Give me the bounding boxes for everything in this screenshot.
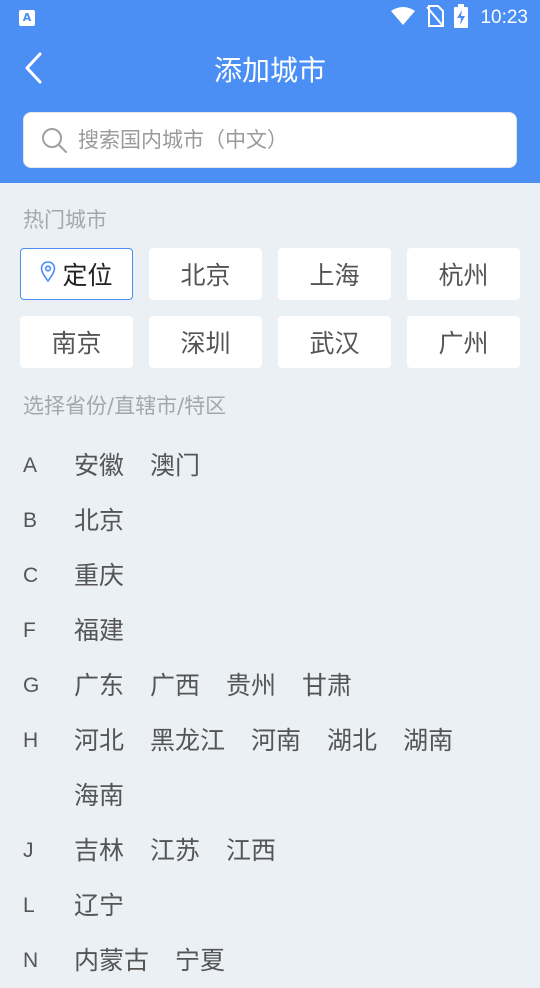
battery-charging-icon	[454, 4, 469, 32]
search-box[interactable]	[23, 112, 517, 168]
locate-button[interactable]: 定位	[20, 248, 133, 300]
hot-city-chip[interactable]: 广州	[407, 316, 520, 368]
hot-city-chip[interactable]: 深圳	[149, 316, 262, 368]
search-icon	[40, 126, 68, 154]
hot-city-chip[interactable]: 北京	[149, 248, 262, 300]
province-item[interactable]: 宁夏	[175, 933, 225, 988]
province-item[interactable]: 海南	[74, 768, 124, 823]
province-items: 辽宁	[74, 878, 520, 933]
province-items: 福建	[74, 603, 520, 658]
province-item[interactable]: 黑龙江	[150, 713, 225, 768]
letter-group-b: B 北京	[0, 493, 540, 548]
chevron-left-icon	[24, 52, 44, 88]
province-item[interactable]: 重庆	[74, 548, 124, 603]
hot-cities-title: 热门城市	[23, 208, 107, 232]
province-items: 北京	[74, 493, 520, 548]
province-items: 河北 黑龙江 河南 湖北 湖南 海南	[74, 713, 520, 823]
index-letter: N	[23, 949, 39, 972]
nav-bar: 添加城市	[0, 36, 540, 106]
hot-city-chip[interactable]: 南京	[20, 316, 133, 368]
region-section-title: 选择省份/直辖市/特区	[23, 394, 227, 418]
province-item[interactable]: 广西	[150, 658, 200, 713]
status-icons: 10:23	[390, 4, 528, 32]
province-items: 广东 广西 贵州 甘肃	[74, 658, 520, 713]
app-notification-icon: A	[19, 10, 35, 26]
status-time: 10:23	[480, 7, 528, 28]
province-item[interactable]: 江西	[226, 823, 276, 878]
index-letter: J	[23, 839, 34, 862]
letter-group-g: G 广东 广西 贵州 甘肃	[0, 658, 540, 713]
locate-label: 定位	[62, 261, 113, 290]
letter-group-j: J 吉林 江苏 江西	[0, 823, 540, 878]
hot-city-chip[interactable]: 杭州	[407, 248, 520, 300]
province-item[interactable]: 湖南	[403, 713, 453, 768]
province-item[interactable]: 北京	[74, 493, 124, 548]
letter-group-l: L 辽宁	[0, 878, 540, 933]
province-items: 重庆	[74, 548, 520, 603]
location-pin-icon	[40, 260, 56, 289]
index-letter: H	[23, 729, 39, 752]
province-item[interactable]: 福建	[74, 603, 124, 658]
province-item[interactable]: 广东	[74, 658, 124, 713]
index-letter: F	[23, 619, 36, 642]
status-bar: A 10:23	[0, 0, 540, 36]
province-items: 吉林 江苏 江西	[74, 823, 520, 878]
index-letter: L	[23, 894, 35, 917]
search-input[interactable]	[78, 120, 498, 160]
hot-city-chip[interactable]: 武汉	[278, 316, 391, 368]
province-items: 内蒙古 宁夏	[74, 933, 520, 988]
province-item[interactable]: 江苏	[150, 823, 200, 878]
province-item[interactable]: 辽宁	[74, 878, 124, 933]
back-button[interactable]	[14, 48, 54, 92]
province-item[interactable]: 澳门	[150, 438, 200, 493]
index-letter: C	[23, 564, 39, 587]
index-letter: B	[23, 509, 38, 532]
province-item[interactable]: 湖北	[327, 713, 377, 768]
province-item[interactable]: 内蒙古	[74, 933, 149, 988]
index-letter: A	[23, 454, 38, 477]
province-item[interactable]: 河南	[251, 713, 301, 768]
wifi-icon	[390, 6, 416, 30]
index-letter: G	[23, 674, 40, 697]
letter-group-f: F 福建	[0, 603, 540, 658]
letter-group-h: H 河北 黑龙江 河南 湖北 湖南 海南	[0, 713, 540, 823]
letter-group-n: N 内蒙古 宁夏	[0, 933, 540, 988]
header-area: A 10:23 添加城市	[0, 0, 540, 183]
province-list: A 安徽 澳门 B 北京 C 重庆 F 福建 G 广东 广西 贵州 甘肃 H 河…	[0, 438, 540, 988]
page-title: 添加城市	[213, 54, 326, 87]
province-items: 安徽 澳门	[74, 438, 520, 493]
province-item[interactable]: 安徽	[74, 438, 124, 493]
province-item[interactable]: 甘肃	[302, 658, 352, 713]
letter-group-a: A 安徽 澳门	[0, 438, 540, 493]
province-item[interactable]: 贵州	[226, 658, 276, 713]
no-sim-icon	[426, 5, 445, 31]
province-item[interactable]: 河北	[74, 713, 124, 768]
province-item[interactable]: 吉林	[74, 823, 124, 878]
letter-group-c: C 重庆	[0, 548, 540, 603]
hot-cities-grid: 定位 北京 上海 杭州 南京 深圳 武汉 广州	[20, 248, 520, 368]
hot-city-chip[interactable]: 上海	[278, 248, 391, 300]
